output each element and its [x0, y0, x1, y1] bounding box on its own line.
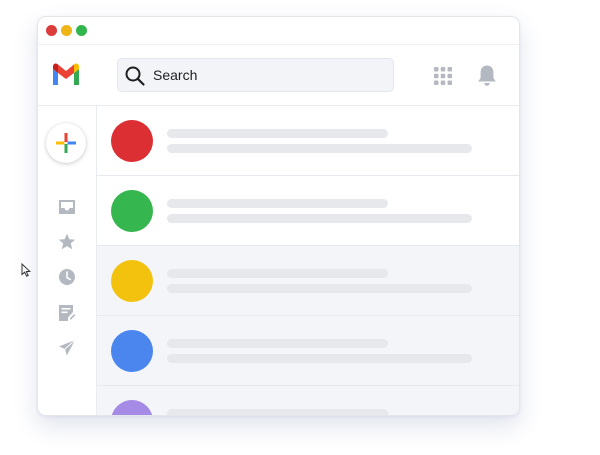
message-row[interactable] [97, 106, 519, 176]
sidebar [38, 106, 96, 415]
gmail-logo-icon[interactable] [51, 61, 81, 87]
inbox-icon[interactable] [58, 198, 76, 216]
snippet-placeholder [167, 214, 472, 223]
search-label: Search [153, 67, 198, 83]
send-icon[interactable] [58, 339, 76, 357]
snippet-placeholder [167, 354, 472, 363]
star-icon[interactable] [58, 233, 76, 251]
sender-avatar [111, 190, 153, 232]
search-bar[interactable]: Search [117, 58, 394, 92]
message-row[interactable] [97, 386, 519, 415]
maximize-window-button[interactable] [76, 25, 87, 36]
sender-avatar [111, 330, 153, 372]
clock-icon[interactable] [58, 268, 76, 286]
stage: Search [0, 0, 600, 455]
message-row[interactable] [97, 246, 519, 316]
message-row[interactable] [97, 316, 519, 386]
sender-avatar [111, 260, 153, 302]
sender-avatar [111, 400, 153, 415]
subject-placeholder [167, 199, 388, 208]
bell-icon[interactable] [477, 64, 497, 87]
apps-grid-icon[interactable] [434, 67, 452, 85]
subject-placeholder [167, 339, 388, 348]
search-icon [125, 66, 145, 86]
snippet-placeholder [167, 284, 472, 293]
mouse-pointer-icon [21, 263, 31, 277]
close-window-button[interactable] [46, 25, 57, 36]
plus-icon [56, 133, 76, 153]
subject-placeholder [167, 409, 388, 415]
snippet-placeholder [167, 144, 472, 153]
subject-placeholder [167, 269, 388, 278]
subject-placeholder [167, 129, 388, 138]
title-bar [38, 17, 519, 45]
message-list [96, 106, 519, 415]
email-app-window: Search [37, 16, 520, 416]
compose-button[interactable] [46, 123, 86, 163]
minimize-window-button[interactable] [61, 25, 72, 36]
message-row[interactable] [97, 176, 519, 246]
drafts-icon[interactable] [58, 304, 76, 322]
app-header: Search [38, 45, 519, 106]
sender-avatar [111, 120, 153, 162]
